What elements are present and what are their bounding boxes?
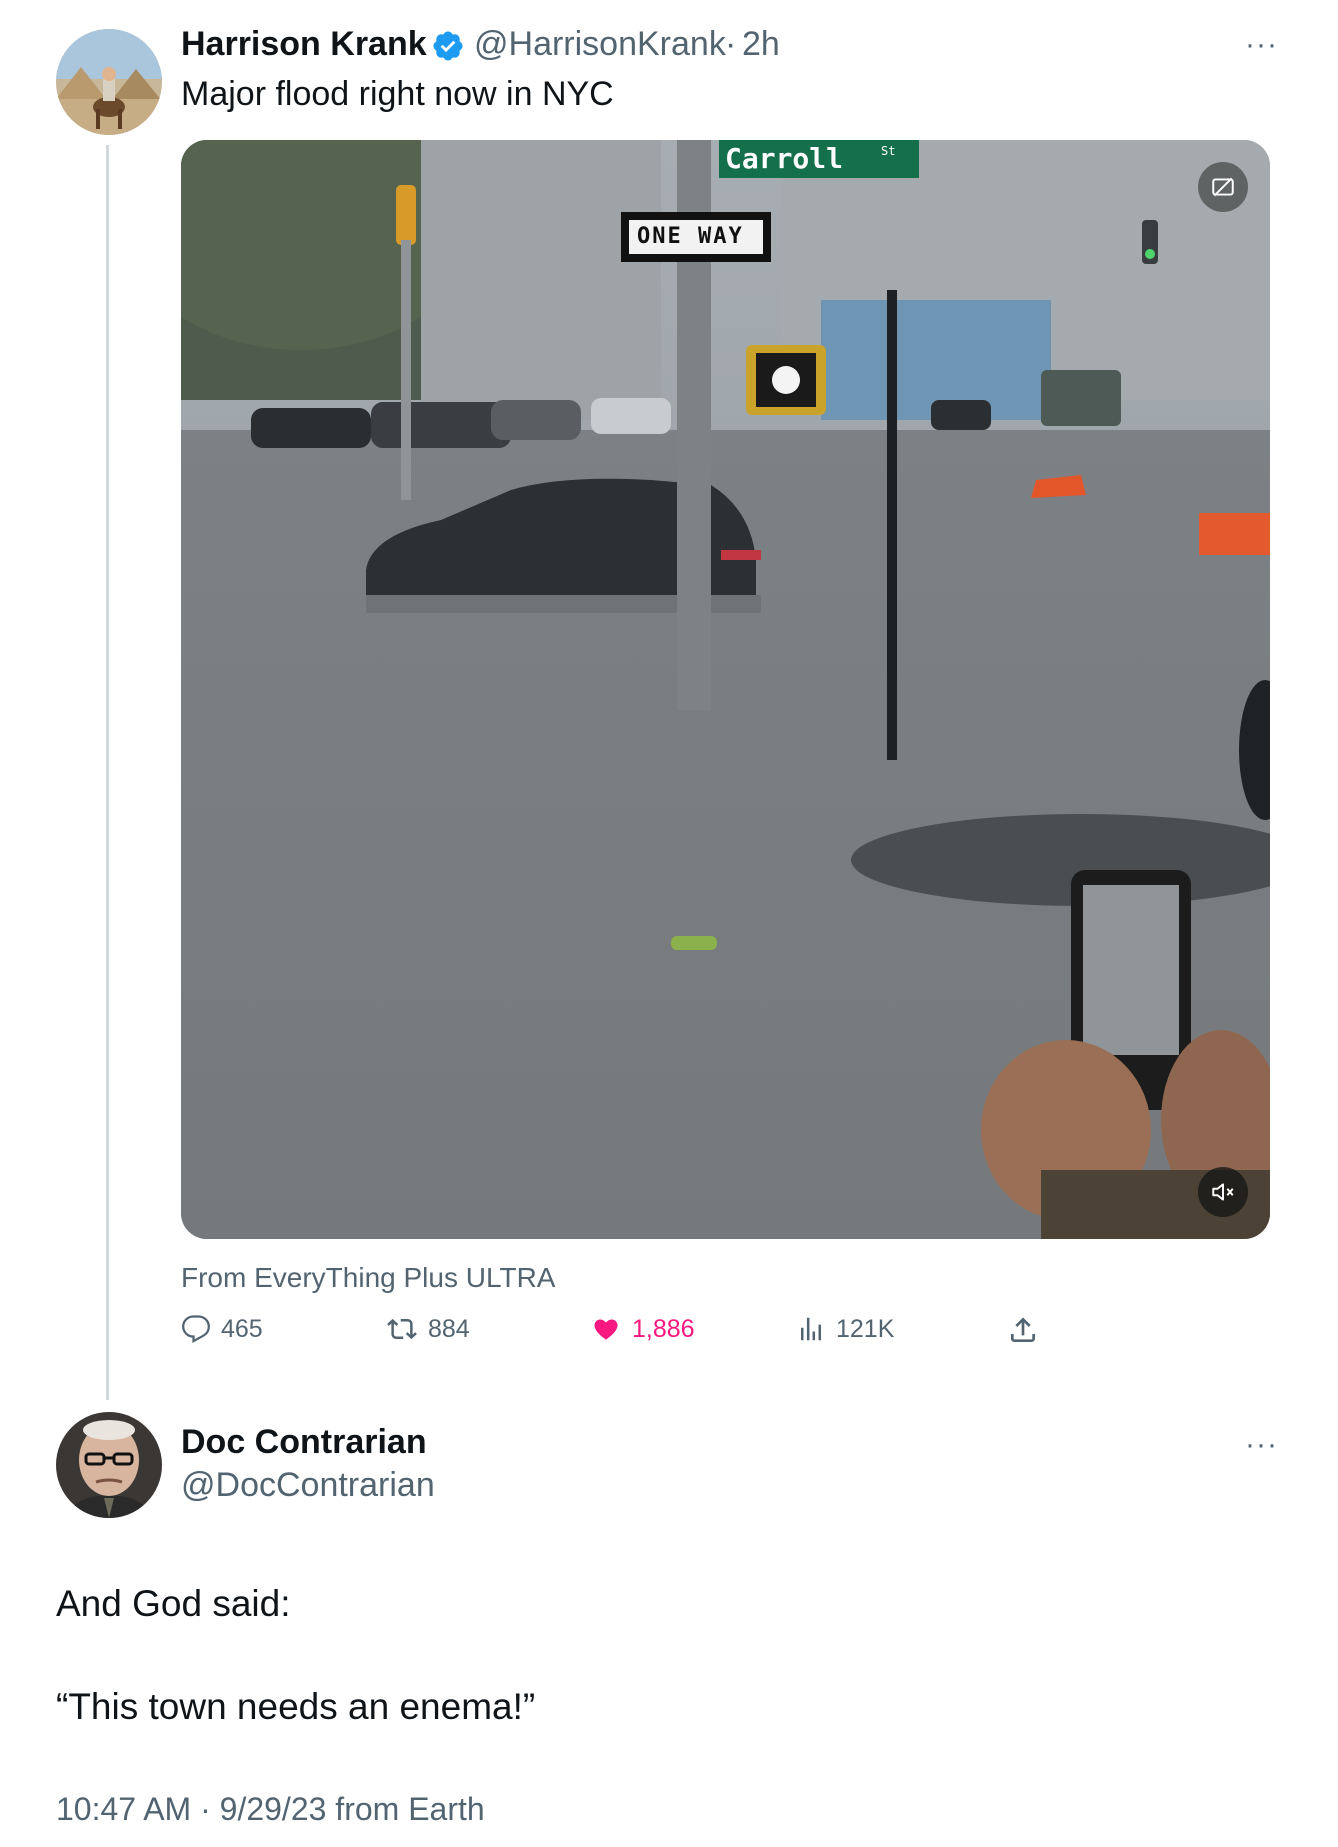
like-button[interactable]: 1,886 [590, 1314, 695, 1344]
timestamp-separator: · [725, 25, 737, 63]
like-icon [594, 1319, 618, 1340]
repost-icon [387, 1318, 417, 1340]
more-icon[interactable]: ··· [1245, 28, 1278, 62]
author-name[interactable]: Harrison Krank [181, 25, 427, 64]
tweet-text: Major flood right now in NYC [181, 75, 614, 113]
reply-author-name[interactable]: Doc Contrarian [181, 1423, 427, 1462]
thread-connector-line [106, 145, 109, 1400]
like-count: 1,886 [632, 1314, 695, 1343]
tweet-age[interactable]: 2h [742, 25, 780, 64]
avatar-harrison-krank[interactable] [56, 29, 162, 135]
tweet-media-video[interactable]: Carroll St ONE WAY [181, 140, 1270, 1239]
reply-timestamp[interactable]: 10:47 AM · 9/29/23 from Earth [56, 1791, 485, 1828]
mute-icon[interactable] [1198, 1167, 1248, 1217]
street-sign-suffix: St [881, 144, 896, 158]
views-icon [801, 1317, 821, 1341]
media-source-attribution[interactable]: From EveryThing Plus ULTRA [181, 1262, 555, 1294]
reply-button[interactable]: 465 [181, 1314, 263, 1344]
repost-button[interactable]: 884 [386, 1314, 470, 1344]
views-button[interactable]: 121K [796, 1314, 894, 1344]
views-count: 121K [836, 1314, 895, 1343]
reply-count: 465 [221, 1314, 263, 1343]
media-info-icon[interactable] [1198, 162, 1248, 212]
reply-icon [182, 1315, 210, 1344]
share-button[interactable] [1007, 1314, 1049, 1346]
reply-text-line-1: And God said: [56, 1583, 291, 1624]
flood-scene-illustration [181, 140, 1270, 1239]
share-icon [1011, 1317, 1035, 1342]
repost-count: 884 [428, 1314, 470, 1343]
one-way-sign: ONE WAY [637, 224, 744, 249]
street-sign-name: Carroll [725, 142, 844, 175]
reply-author-handle[interactable]: @DocContrarian [181, 1466, 435, 1505]
avatar-doc-contrarian[interactable] [56, 1412, 162, 1518]
reply-text-line-2: “This town needs an enema!” [56, 1686, 536, 1727]
reply-more-icon[interactable]: ··· [1245, 1428, 1278, 1462]
verified-badge-icon [431, 29, 465, 63]
author-handle[interactable]: @HarrisonKrank [474, 25, 726, 64]
